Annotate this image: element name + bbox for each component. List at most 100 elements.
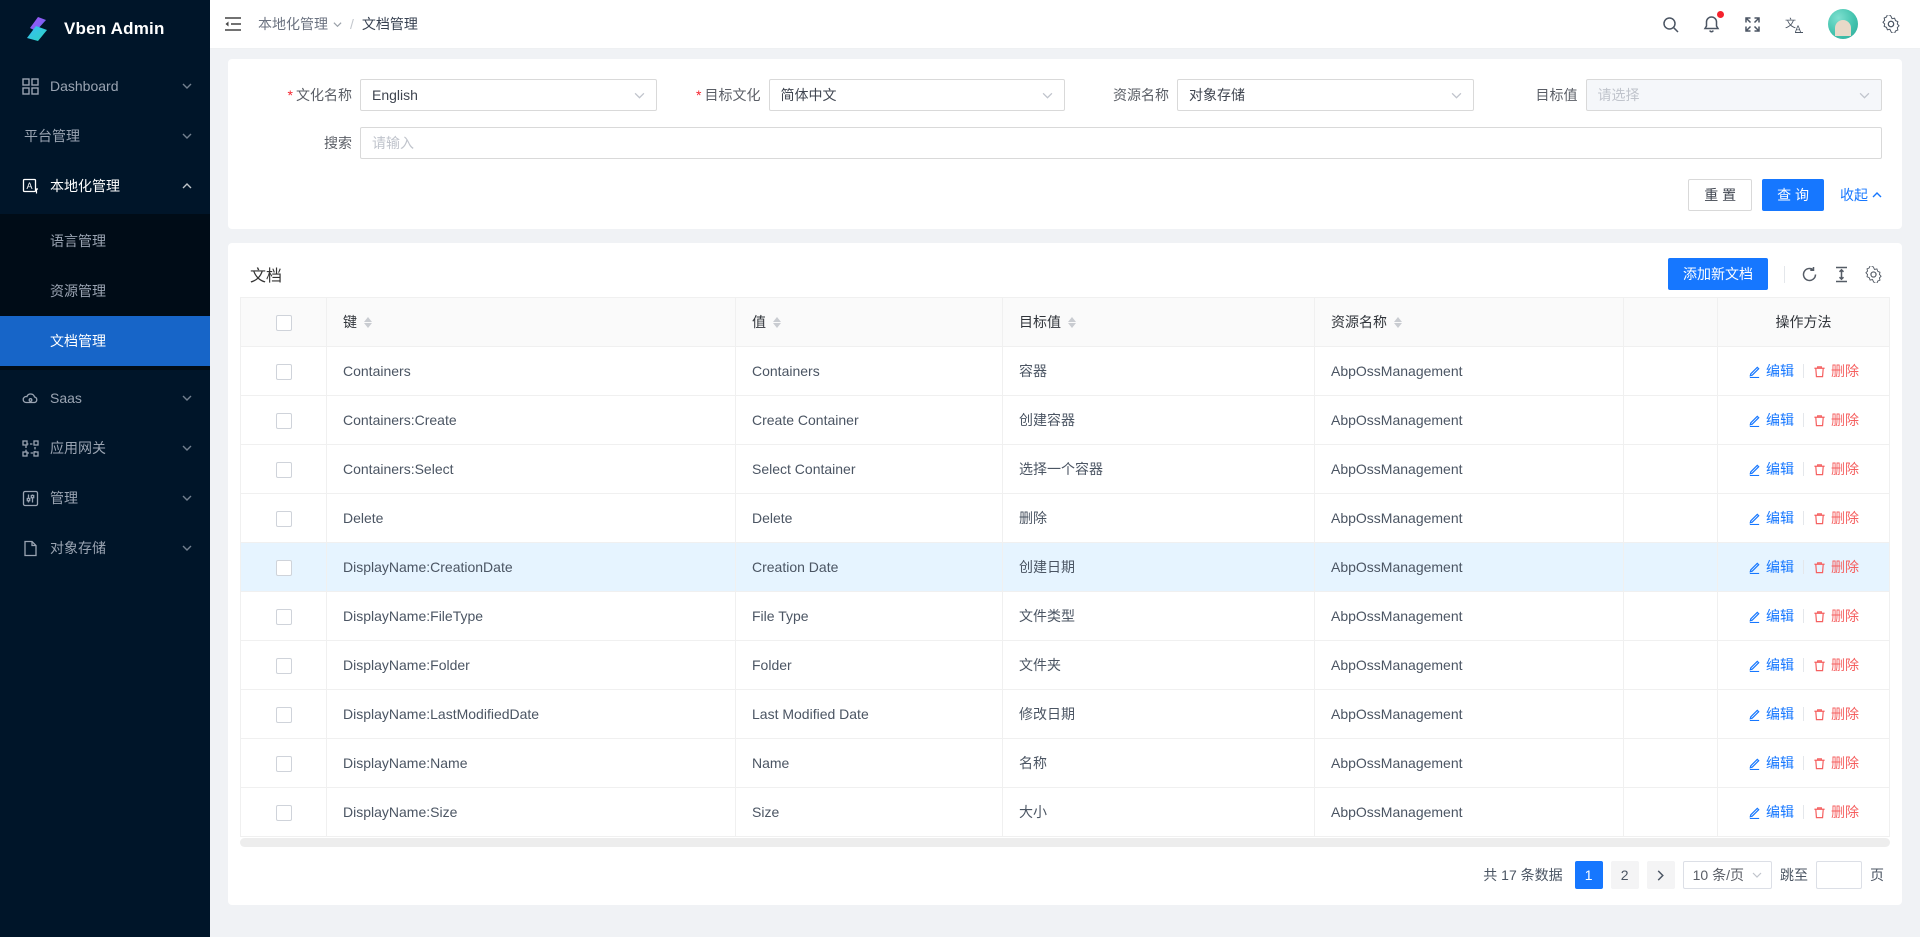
search-input[interactable] [360, 127, 1882, 159]
sort-icon[interactable] [1068, 317, 1076, 328]
page-button-2[interactable]: 2 [1611, 861, 1639, 889]
chevron-up-icon [182, 181, 192, 191]
edit-button[interactable]: 编辑 [1748, 704, 1794, 724]
column-header-key[interactable]: 键 [343, 312, 357, 332]
delete-button[interactable]: 删除 [1813, 508, 1859, 528]
cell-empty [1624, 445, 1718, 494]
sidebar-item-localization[interactable]: A 本地化管理 [0, 164, 210, 208]
refresh-icon[interactable] [1801, 266, 1818, 283]
edit-button[interactable]: 编辑 [1748, 655, 1794, 675]
settings-gear-icon[interactable] [1882, 15, 1900, 33]
target-value-select[interactable]: 请选择 [1586, 79, 1883, 111]
edit-button[interactable]: 编辑 [1748, 410, 1794, 430]
edit-button[interactable]: 编辑 [1748, 361, 1794, 381]
translate-icon[interactable]: 文 A [1785, 16, 1804, 33]
delete-button[interactable]: 删除 [1813, 361, 1859, 381]
breadcrumb-current: 文档管理 [362, 14, 418, 34]
sidebar-item-gateway[interactable]: 应用网关 [0, 426, 210, 470]
breadcrumb: 本地化管理 / 文档管理 [258, 14, 418, 34]
row-checkbox[interactable] [276, 462, 292, 478]
delete-button[interactable]: 删除 [1813, 410, 1859, 430]
sort-icon[interactable] [364, 317, 372, 328]
resource-name-select[interactable]: 对象存储 [1177, 79, 1474, 111]
cell-resource: AbpOssManagement [1315, 396, 1624, 445]
target-culture-select[interactable]: 简体中文 [769, 79, 1066, 111]
row-checkbox[interactable] [276, 707, 292, 723]
row-checkbox[interactable] [276, 364, 292, 380]
chevron-down-icon [333, 20, 342, 29]
row-checkbox[interactable] [276, 805, 292, 821]
edit-button[interactable]: 编辑 [1748, 753, 1794, 773]
table-row[interactable]: DisplayName:FileTypeFile Type文件类型AbpOssM… [241, 592, 1890, 641]
page-size-select[interactable]: 10 条/页 [1683, 861, 1772, 889]
table-row[interactable]: DeleteDelete删除AbpOssManagement编辑删除 [241, 494, 1890, 543]
delete-button[interactable]: 删除 [1813, 606, 1859, 626]
sidebar-item-object-storage[interactable]: 对象存储 [0, 526, 210, 570]
search-icon[interactable] [1662, 16, 1679, 33]
table-settings-icon[interactable] [1865, 266, 1882, 283]
cell-empty [1624, 543, 1718, 592]
app-logo[interactable]: Vben Admin [0, 0, 210, 58]
trash-icon [1813, 512, 1826, 525]
chevron-down-icon [1752, 870, 1762, 880]
delete-button[interactable]: 删除 [1813, 655, 1859, 675]
table-row[interactable]: Containers:SelectSelect Container选择一个容器A… [241, 445, 1890, 494]
table-row[interactable]: DisplayName:LastModifiedDateLast Modifie… [241, 690, 1890, 739]
edit-button[interactable]: 编辑 [1748, 459, 1794, 479]
select-all-checkbox[interactable] [276, 315, 292, 331]
row-checkbox[interactable] [276, 511, 292, 527]
sidebar-item-document-management[interactable]: 文档管理 [0, 316, 210, 366]
sidebar-item-platform[interactable]: 平台管理 [0, 114, 210, 158]
horizontal-scrollbar[interactable] [240, 838, 1890, 847]
column-header-target[interactable]: 目标值 [1019, 312, 1061, 332]
table-row[interactable]: DisplayName:SizeSize大小AbpOssManagement编辑… [241, 788, 1890, 837]
pagination-total: 共 17 条数据 [1483, 865, 1562, 885]
delete-button[interactable]: 删除 [1813, 704, 1859, 724]
breadcrumb-parent[interactable]: 本地化管理 [258, 14, 342, 34]
reset-button[interactable]: 重 置 [1688, 179, 1752, 211]
edit-button[interactable]: 编辑 [1748, 557, 1794, 577]
page-button-1[interactable]: 1 [1575, 861, 1603, 889]
table-row[interactable]: Containers:CreateCreate Container创建容器Abp… [241, 396, 1890, 445]
edit-button[interactable]: 编辑 [1748, 508, 1794, 528]
sort-icon[interactable] [773, 317, 781, 328]
trash-icon [1813, 708, 1826, 721]
delete-button[interactable]: 删除 [1813, 557, 1859, 577]
jump-page-input[interactable] [1816, 861, 1862, 889]
table-row[interactable]: DisplayName:NameName名称AbpOssManagement编辑… [241, 739, 1890, 788]
next-page-button[interactable] [1647, 861, 1675, 889]
culture-name-select[interactable]: English [360, 79, 657, 111]
sidebar-item-dashboard[interactable]: Dashboard [0, 64, 210, 108]
sidebar-item-resource-management[interactable]: 资源管理 [0, 266, 210, 316]
sort-icon[interactable] [1394, 317, 1402, 328]
delete-button[interactable]: 删除 [1813, 753, 1859, 773]
bell-icon[interactable] [1703, 15, 1720, 33]
column-height-icon[interactable] [1834, 266, 1849, 283]
query-button[interactable]: 查 询 [1762, 179, 1824, 211]
table-row[interactable]: ContainersContainers容器AbpOssManagement编辑… [241, 347, 1890, 396]
row-checkbox[interactable] [276, 413, 292, 429]
avatar[interactable] [1828, 9, 1858, 39]
sidebar-item-management[interactable]: 管理 [0, 476, 210, 520]
add-document-button[interactable]: 添加新文档 [1668, 258, 1768, 290]
table-row[interactable]: DisplayName:CreationDateCreation Date创建日… [241, 543, 1890, 592]
fullscreen-icon[interactable] [1744, 16, 1761, 33]
row-checkbox[interactable] [276, 756, 292, 772]
row-checkbox[interactable] [276, 658, 292, 674]
cell-target: 容器 [1003, 347, 1315, 396]
table-row[interactable]: DisplayName:FolderFolder文件夹AbpOssManagem… [241, 641, 1890, 690]
edit-button[interactable]: 编辑 [1748, 802, 1794, 822]
sidebar-item-language-management[interactable]: 语言管理 [0, 216, 210, 266]
edit-button[interactable]: 编辑 [1748, 606, 1794, 626]
column-header-value[interactable]: 值 [752, 312, 766, 332]
chevron-down-icon [182, 493, 192, 503]
column-header-resource[interactable]: 资源名称 [1331, 312, 1387, 332]
delete-button[interactable]: 删除 [1813, 459, 1859, 479]
sidebar-fold-icon[interactable] [224, 16, 242, 32]
row-checkbox[interactable] [276, 560, 292, 576]
sidebar-item-saas[interactable]: Saas [0, 376, 210, 420]
delete-button[interactable]: 删除 [1813, 802, 1859, 822]
sidebar-submenu-localization: 语言管理 资源管理 文档管理 [0, 214, 210, 370]
row-checkbox[interactable] [276, 609, 292, 625]
collapse-toggle[interactable]: 收起 [1840, 185, 1882, 205]
